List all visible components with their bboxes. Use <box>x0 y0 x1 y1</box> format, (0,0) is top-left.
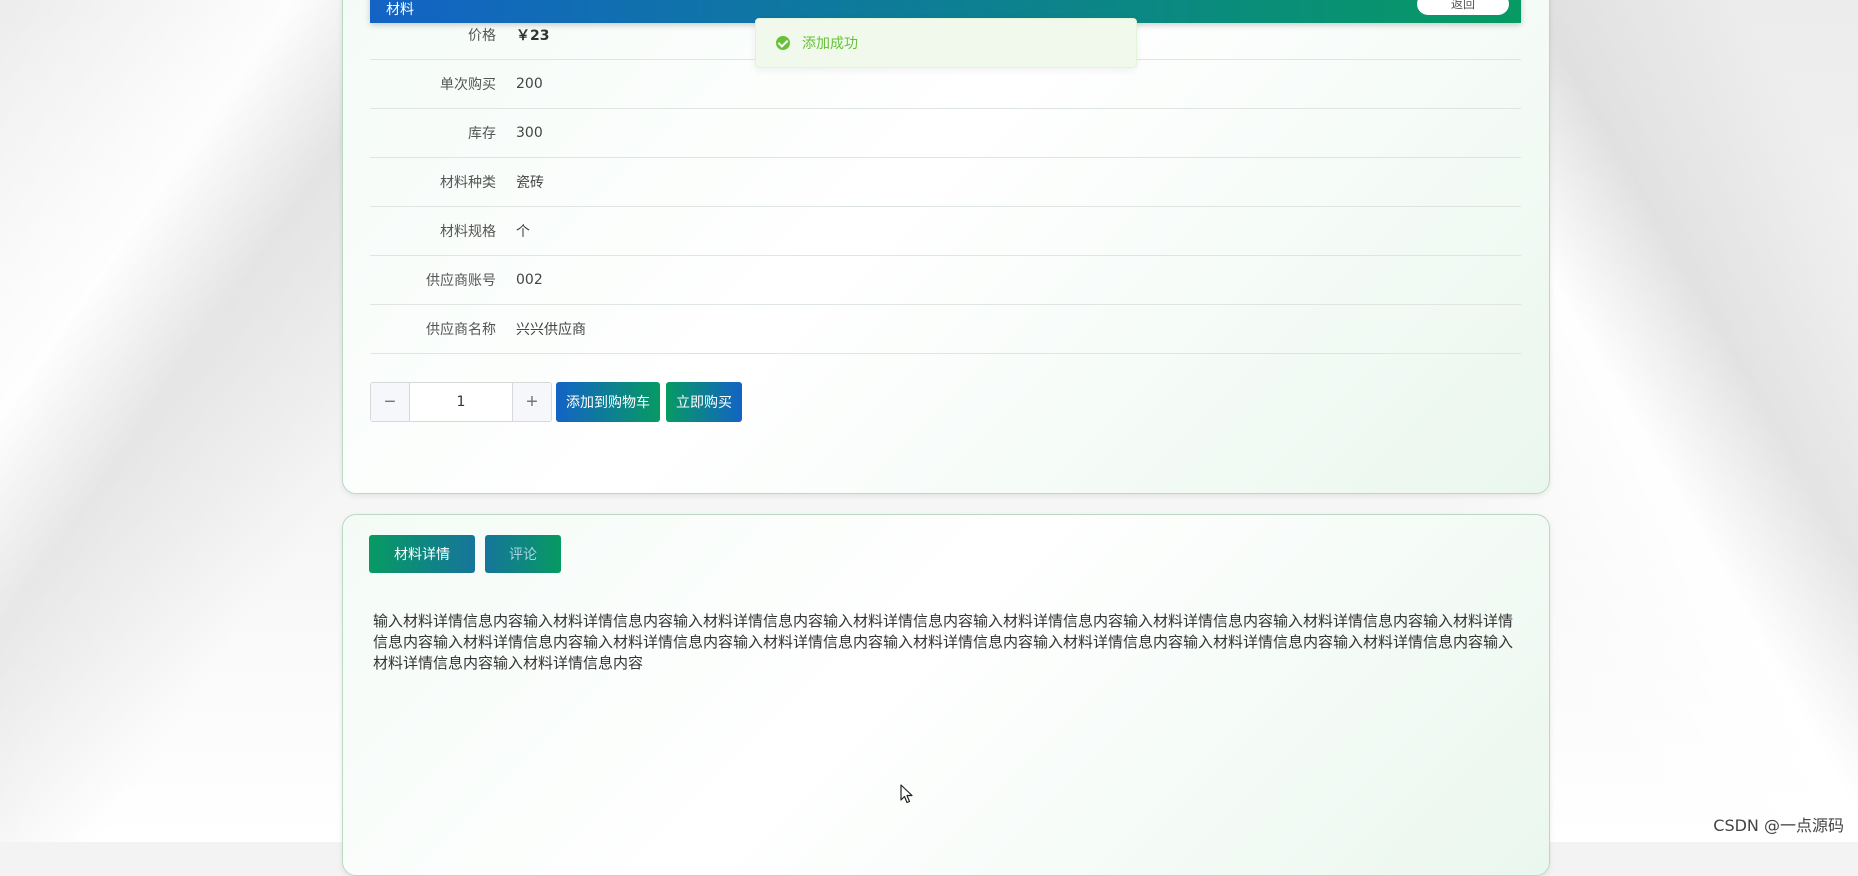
product-info-panel: 材料 返回 价格 ￥23 单次购买 200 库存 300 材料种类 瓷砖 材料规… <box>342 0 1550 494</box>
info-label: 材料规格 <box>440 224 496 240</box>
info-row-supplier-name: 供应商名称 兴兴供应商 <box>370 305 1521 354</box>
quantity-input[interactable] <box>410 383 512 421</box>
info-value: 个 <box>516 224 530 240</box>
add-to-cart-button[interactable]: 添加到购物车 <box>556 382 660 422</box>
info-value: 瓷砖 <box>516 175 544 191</box>
toast-message: 添加成功 <box>802 36 858 52</box>
success-toast: 添加成功 <box>755 18 1137 68</box>
mouse-cursor-icon <box>900 784 913 804</box>
detail-panel: 材料详情 评论 输入材料详情信息内容输入材料详情信息内容输入材料详情信息内容输入… <box>342 514 1550 876</box>
info-value: 300 <box>516 125 543 141</box>
watermark: CSDN @一点源码 <box>1713 816 1844 835</box>
info-value: 002 <box>516 272 543 288</box>
decrease-quantity-button[interactable]: − <box>371 383 410 421</box>
tab-comment[interactable]: 评论 <box>485 535 561 573</box>
info-row-stock: 库存 300 <box>370 109 1521 158</box>
tab-material-detail[interactable]: 材料详情 <box>369 535 475 573</box>
info-label: 库存 <box>468 126 496 142</box>
info-label: 材料种类 <box>440 175 496 191</box>
check-circle-icon <box>776 36 790 50</box>
info-value: 兴兴供应商 <box>516 322 586 338</box>
info-row-supplier-account: 供应商账号 002 <box>370 256 1521 305</box>
info-label: 价格 <box>468 28 496 44</box>
info-row-material-spec: 材料规格 个 <box>370 207 1521 256</box>
buy-now-button[interactable]: 立即购买 <box>666 382 742 422</box>
info-value: 200 <box>516 76 543 92</box>
info-label: 供应商账号 <box>426 273 496 289</box>
info-label: 供应商名称 <box>426 322 496 338</box>
increase-quantity-button[interactable]: + <box>512 383 551 421</box>
info-row-material-type: 材料种类 瓷砖 <box>370 158 1521 207</box>
material-detail-text: 输入材料详情信息内容输入材料详情信息内容输入材料详情信息内容输入材料详情信息内容… <box>373 612 1514 672</box>
info-label: 单次购买 <box>440 77 496 93</box>
price-value: ￥23 <box>516 28 550 44</box>
quantity-stepper: − + <box>370 382 552 422</box>
